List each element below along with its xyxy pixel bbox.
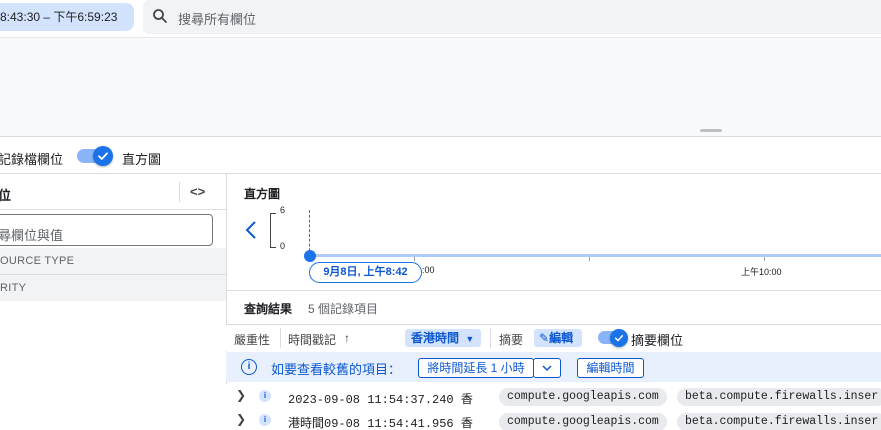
- x-tick-label: 上午10:00: [741, 267, 782, 277]
- results-count: 5 個記錄項目: [308, 302, 379, 316]
- results-title: 查詢結果: [244, 302, 293, 316]
- sort-arrow-icon[interactable]: ↑: [344, 331, 350, 345]
- extend-time-dropdown[interactable]: [533, 358, 561, 378]
- row-timestamp: 港時間09-08 11:54:41.956 香: [288, 417, 473, 430]
- fields-panel-title: 位: [0, 188, 12, 203]
- edit-summary-button[interactable]: ✎編輯: [534, 329, 582, 347]
- search-icon: [153, 9, 167, 23]
- severity-column-header[interactable]: 嚴重性: [234, 331, 270, 348]
- divider: [226, 290, 881, 291]
- divider: [490, 328, 491, 348]
- code-icon[interactable]: <>: [190, 184, 205, 199]
- x-tick-mark: [589, 257, 590, 261]
- histogram-toggle-label: 直方圖: [122, 152, 162, 167]
- search-input[interactable]: 搜尋所有欄位: [178, 9, 256, 28]
- log-fields-label: 記錄檔欄位: [0, 152, 64, 167]
- row-timestamp: 2023-09-08 11:54:37.240 香: [288, 393, 473, 407]
- x-tick-label: :00: [422, 265, 435, 275]
- histogram-title: 直方圖: [244, 187, 281, 201]
- log-fields-toggle[interactable]: [77, 146, 113, 166]
- summary-fields-label: 摘要欄位: [631, 333, 684, 348]
- timeline-bar: [310, 254, 881, 257]
- chevron-right-icon[interactable]: ❯: [236, 412, 246, 426]
- y-tick-label: 6: [280, 205, 286, 215]
- chevron-left-icon[interactable]: [244, 219, 258, 241]
- date-chip[interactable]: 9月8日, 上午8:42: [309, 262, 422, 283]
- query-results-area: [0, 37, 881, 137]
- x-tick-mark: [764, 257, 765, 261]
- timestamp-column-header[interactable]: 時間戳記: [288, 331, 336, 348]
- pencil-icon: ✎: [539, 331, 550, 345]
- summary-column-header: 摘要: [499, 333, 524, 347]
- timezone-label: 香港時間: [411, 331, 460, 345]
- method-tag[interactable]: beta.compute.firewalls.inser: [677, 388, 881, 406]
- summary-fields-toggle[interactable]: [598, 329, 634, 347]
- timeline-handle[interactable]: [304, 250, 316, 262]
- resize-handle[interactable]: [700, 129, 722, 132]
- chevron-down-icon: [542, 365, 552, 372]
- service-tag[interactable]: compute.googleapis.com: [499, 413, 667, 430]
- service-tag[interactable]: compute.googleapis.com: [499, 388, 667, 406]
- y-tick-label: 0: [280, 241, 286, 251]
- divider: [0, 173, 881, 174]
- divider: [280, 328, 281, 348]
- divider: [179, 182, 180, 202]
- extend-time-button[interactable]: 將時間延長 1 小時: [418, 358, 534, 378]
- chevron-right-icon[interactable]: ❯: [236, 388, 246, 402]
- x-tick-mark: [414, 257, 415, 261]
- field-group-severity[interactable]: RITY: [0, 275, 226, 301]
- divider: [0, 209, 226, 210]
- info-icon: i: [241, 359, 257, 375]
- caret-down-icon: ▼: [465, 334, 475, 344]
- y-axis: [270, 213, 276, 248]
- info-severity-icon: i: [259, 414, 271, 426]
- time-range-chip[interactable]: 8:43:30 – 下午6:59:23: [0, 3, 134, 31]
- banner-text: 如要查看較舊的項目：: [271, 362, 402, 377]
- info-severity-icon: i: [259, 390, 271, 402]
- edit-time-button[interactable]: 編輯時間: [577, 358, 644, 378]
- field-group-resource-type[interactable]: OURCE TYPE: [0, 248, 226, 274]
- edit-label: 編輯: [549, 331, 574, 345]
- fields-search-placeholder: 尋欄位與值: [0, 228, 64, 243]
- timezone-dropdown[interactable]: 香港時間 ▼: [405, 329, 481, 347]
- method-tag[interactable]: beta.compute.firewalls.inser: [677, 413, 881, 430]
